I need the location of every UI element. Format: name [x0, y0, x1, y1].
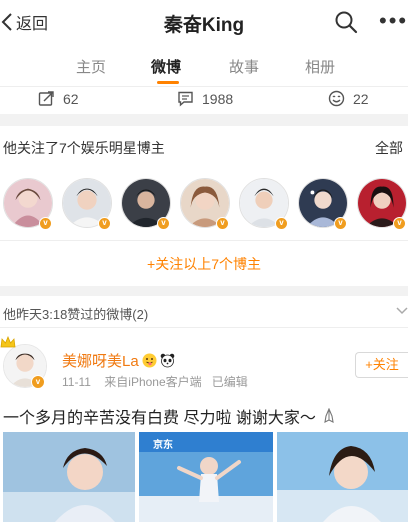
followed-heading: 他关注了7个娱乐明星博主: [3, 140, 165, 156]
tab-home[interactable]: 主页: [76, 56, 106, 77]
liked-posts-header: 他昨天3:18赞过的微博(2): [0, 296, 408, 328]
repost-button[interactable]: 62: [38, 90, 79, 107]
profile-tabs: 主页 微博 故事 相册: [0, 46, 408, 86]
repost-icon: [38, 91, 54, 106]
divider: [0, 240, 408, 241]
verified-badge: v: [98, 217, 111, 230]
post-images: 京东: [0, 432, 408, 522]
tongue-emoji-icon: [142, 353, 157, 368]
verified-badge: v: [39, 217, 52, 230]
followed-celebrities-card: 他关注了7个娱乐明星博主 全部 v v v v v v v +关注以上7个博主: [0, 126, 408, 286]
comment-button[interactable]: 1988: [177, 90, 233, 107]
verified-badge: v: [216, 217, 229, 230]
post-meta: 11-11 来自iPhone客户端 已编辑: [62, 373, 248, 390]
post-edited-label: 已编辑: [211, 375, 248, 389]
author-name: 美娜呀美La: [62, 353, 139, 370]
post-text-row: 一个多月的辛苦没有白费 尽力啦 谢谢大家～: [3, 404, 336, 428]
liked-posts-heading: 他昨天3:18赞过的微博(2): [3, 307, 149, 322]
post-actions-bar: 62 1988 22: [0, 86, 408, 114]
followed-avatars-row: v v v v v v v: [0, 178, 408, 230]
comment-icon: [178, 91, 193, 107]
comment-count: 1988: [202, 90, 234, 107]
tab-album[interactable]: 相册: [305, 56, 335, 77]
search-icon[interactable]: [333, 9, 359, 35]
tab-weibo[interactable]: 微博: [151, 56, 181, 77]
post-source: 来自iPhone客户端: [104, 375, 202, 389]
more-options-icon[interactable]: •••: [379, 10, 408, 32]
post-image[interactable]: 京东: [139, 432, 273, 522]
post-text: 一个多月的辛苦没有白费 尽力啦 谢谢大家～: [3, 410, 316, 427]
follow-all-button[interactable]: +关注以上7个博主: [0, 254, 408, 274]
tab-stories[interactable]: 故事: [229, 56, 259, 77]
top-bar: 返回 秦奋King •••: [0, 0, 408, 46]
verified-badge: v: [275, 217, 288, 230]
like-button[interactable]: 22: [328, 90, 369, 107]
verified-badge: v: [157, 217, 170, 230]
like-count: 22: [353, 90, 369, 107]
chevron-down-icon[interactable]: [396, 306, 408, 316]
image-banner-text: 京东: [153, 440, 173, 451]
post-date: 11-11: [62, 375, 91, 389]
active-tab-indicator: [157, 81, 179, 84]
panda-icon: [160, 353, 174, 368]
author-name-row[interactable]: 美娜呀美La: [62, 350, 175, 371]
pray-hands-icon: [324, 408, 334, 423]
post-image[interactable]: [277, 432, 408, 522]
view-all-link[interactable]: 全部: [375, 138, 403, 158]
repost-count: 62: [63, 90, 79, 107]
verified-badge: v: [393, 217, 406, 230]
verified-badge: v: [334, 217, 347, 230]
follow-button[interactable]: +关注: [355, 352, 408, 378]
post-image[interactable]: [3, 432, 135, 522]
weibo-post: v 美娜呀美La 11-11 来自iPhone客户端 已编辑 +关注 一个多月的…: [0, 328, 408, 522]
like-icon: [328, 90, 345, 107]
verified-badge: v: [31, 375, 45, 389]
crown-icon: [0, 336, 16, 348]
